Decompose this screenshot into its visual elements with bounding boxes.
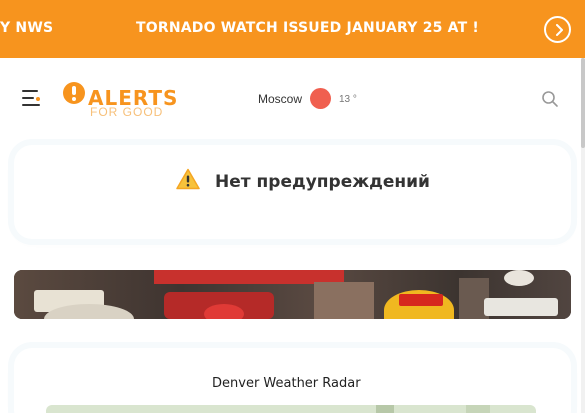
ticker-text-partial: Y NWS xyxy=(0,20,54,36)
logo-exclamation-icon xyxy=(63,82,85,104)
ticker-text[interactable]: TORNADO WATCH ISSUED JANUARY 25 AT ! xyxy=(136,20,479,36)
alert-card xyxy=(14,145,571,239)
radar-title: Denver Weather Radar xyxy=(212,376,361,391)
warning-icon xyxy=(176,168,200,190)
site-logo[interactable]: ALERTS FOR GOOD xyxy=(63,80,177,120)
banner-sign xyxy=(484,298,558,316)
chevron-right-icon xyxy=(556,24,563,36)
menu-line xyxy=(22,97,34,99)
news-ticker: Y NWS TORNADO WATCH ISSUED JANUARY 25 AT… xyxy=(0,0,585,58)
map-road xyxy=(376,405,394,413)
radar-map[interactable] xyxy=(46,405,536,413)
banner-sign xyxy=(204,304,244,319)
banner-sign xyxy=(399,294,443,306)
banner-sign xyxy=(504,270,534,286)
menu-line xyxy=(22,90,38,92)
promo-banner-image[interactable] xyxy=(14,270,571,319)
logo-tagline: FOR GOOD xyxy=(90,105,164,119)
weather-indicator-icon xyxy=(310,88,331,109)
search-icon xyxy=(542,91,558,107)
menu-line xyxy=(22,104,40,106)
city-name[interactable]: Moscow xyxy=(258,92,302,106)
menu-indicator-dot xyxy=(36,97,40,101)
ticker-next-button[interactable] xyxy=(544,16,571,43)
map-road xyxy=(466,405,490,413)
scrollbar-thumb[interactable] xyxy=(581,58,585,148)
alert-message: Нет предупреждений xyxy=(215,172,430,192)
temperature: 13 ° xyxy=(339,94,357,105)
banner-sign xyxy=(314,282,374,319)
search-button[interactable] xyxy=(541,90,559,108)
page-scrollbar[interactable] xyxy=(581,58,585,413)
